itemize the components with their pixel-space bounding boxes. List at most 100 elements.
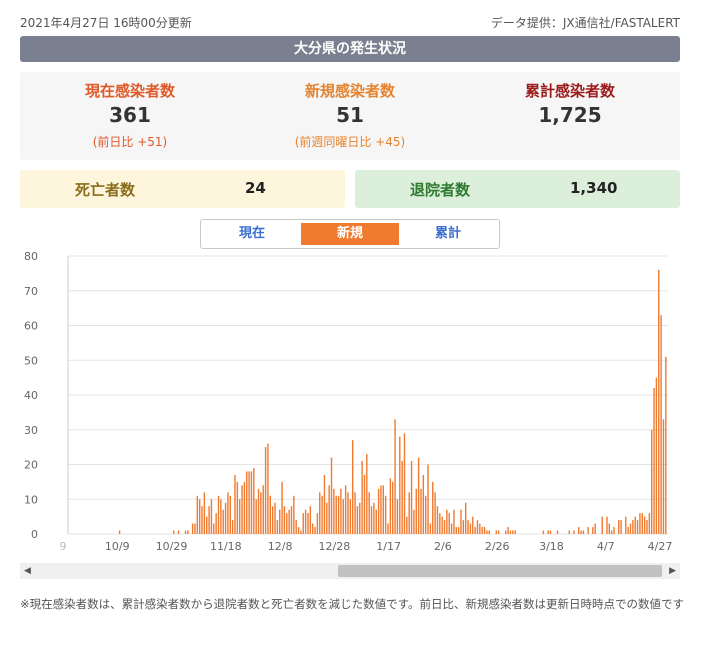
bar [241, 485, 243, 534]
deaths-box: 死亡者数 24 [20, 170, 345, 208]
y-tick-label: 50 [24, 354, 38, 367]
bar [347, 492, 349, 534]
x-tick-label: 9 [60, 540, 67, 553]
y-tick-label: 30 [24, 424, 38, 437]
bar [488, 530, 490, 534]
bar [349, 499, 352, 534]
chart-scrollbar[interactable]: ◀ ▶ [20, 563, 680, 579]
bar [300, 530, 302, 534]
bar [279, 509, 281, 534]
header-bar: 2021年4月27日 16時00分更新 データ提供：JX通信社/FASTALER… [20, 10, 680, 32]
bar [573, 530, 575, 534]
bar [606, 516, 608, 535]
new-cases-diff: (前週同曜日比 +45) [294, 135, 406, 149]
bar [295, 520, 297, 534]
bar [220, 499, 222, 534]
bar [262, 485, 264, 534]
bar [274, 502, 276, 534]
bar [413, 509, 415, 534]
bar [257, 488, 260, 534]
bar [194, 523, 196, 534]
bar [248, 471, 250, 534]
bar [271, 506, 274, 534]
bar [568, 530, 570, 534]
bar [483, 527, 486, 534]
bar [203, 492, 206, 534]
bar [356, 506, 359, 534]
tab-total[interactable]: 累計 [399, 223, 497, 245]
bar [293, 495, 295, 534]
bar [655, 377, 658, 535]
bar [476, 520, 479, 534]
bar [373, 502, 375, 534]
bar [618, 520, 620, 534]
bar [377, 488, 380, 534]
bar [326, 502, 328, 534]
bar [514, 530, 516, 534]
x-tick-label: 1/17 [376, 540, 401, 553]
page-title: 大分県の発生状況 [20, 36, 680, 62]
bar [366, 454, 368, 534]
bar [224, 502, 227, 534]
bar [368, 492, 370, 534]
bar [408, 492, 410, 534]
bar [479, 523, 481, 534]
bar [453, 509, 455, 534]
scroll-left-arrow-icon[interactable]: ◀ [24, 566, 31, 576]
bar [328, 485, 330, 534]
bar [462, 520, 465, 534]
bar [427, 464, 429, 534]
bar [389, 478, 392, 534]
x-tick-label: 11/18 [210, 540, 242, 553]
bar [582, 530, 585, 534]
tab-current[interactable]: 現在 [203, 223, 301, 245]
bar [384, 495, 387, 534]
x-tick-label: 4/27 [648, 540, 673, 553]
bar [210, 499, 213, 534]
y-tick-label: 40 [24, 389, 38, 402]
bar [392, 481, 394, 535]
bar [375, 509, 377, 534]
bar [639, 513, 641, 534]
bar [422, 474, 425, 534]
bar [394, 419, 396, 534]
y-tick-label: 10 [24, 493, 38, 506]
bar [592, 527, 594, 534]
bar [472, 516, 474, 535]
bar [191, 523, 194, 534]
bar [460, 509, 462, 534]
bar [260, 492, 262, 534]
bar [227, 492, 229, 534]
bar [344, 485, 347, 534]
bar [641, 513, 643, 534]
bar [222, 509, 224, 534]
bar [337, 495, 340, 534]
bar [653, 388, 655, 534]
bar [288, 509, 290, 534]
current-cases-diff: (前日比 +51) [92, 135, 168, 149]
bar [417, 457, 420, 534]
bar [448, 513, 450, 534]
bar [234, 474, 236, 534]
bar [587, 527, 589, 534]
bar [342, 499, 344, 534]
bar [450, 523, 453, 534]
bar [330, 457, 333, 534]
bar [246, 471, 248, 534]
bar [396, 499, 399, 534]
bar [610, 530, 613, 534]
bar [547, 530, 549, 534]
current-cases-stat: 現在感染者数 361 (前日比 +51) [20, 72, 240, 160]
bar [457, 527, 460, 534]
bar [311, 523, 314, 534]
bar [283, 506, 286, 534]
scrollbar-thumb[interactable] [338, 565, 662, 577]
bar [634, 516, 636, 535]
scroll-right-arrow-icon[interactable]: ▶ [669, 566, 676, 576]
bar [542, 530, 545, 534]
bar [319, 492, 321, 534]
y-tick-label: 70 [24, 285, 38, 298]
bar [184, 530, 187, 534]
tab-new[interactable]: 新規 [301, 223, 399, 245]
new-cases-value: 51 [336, 103, 364, 127]
